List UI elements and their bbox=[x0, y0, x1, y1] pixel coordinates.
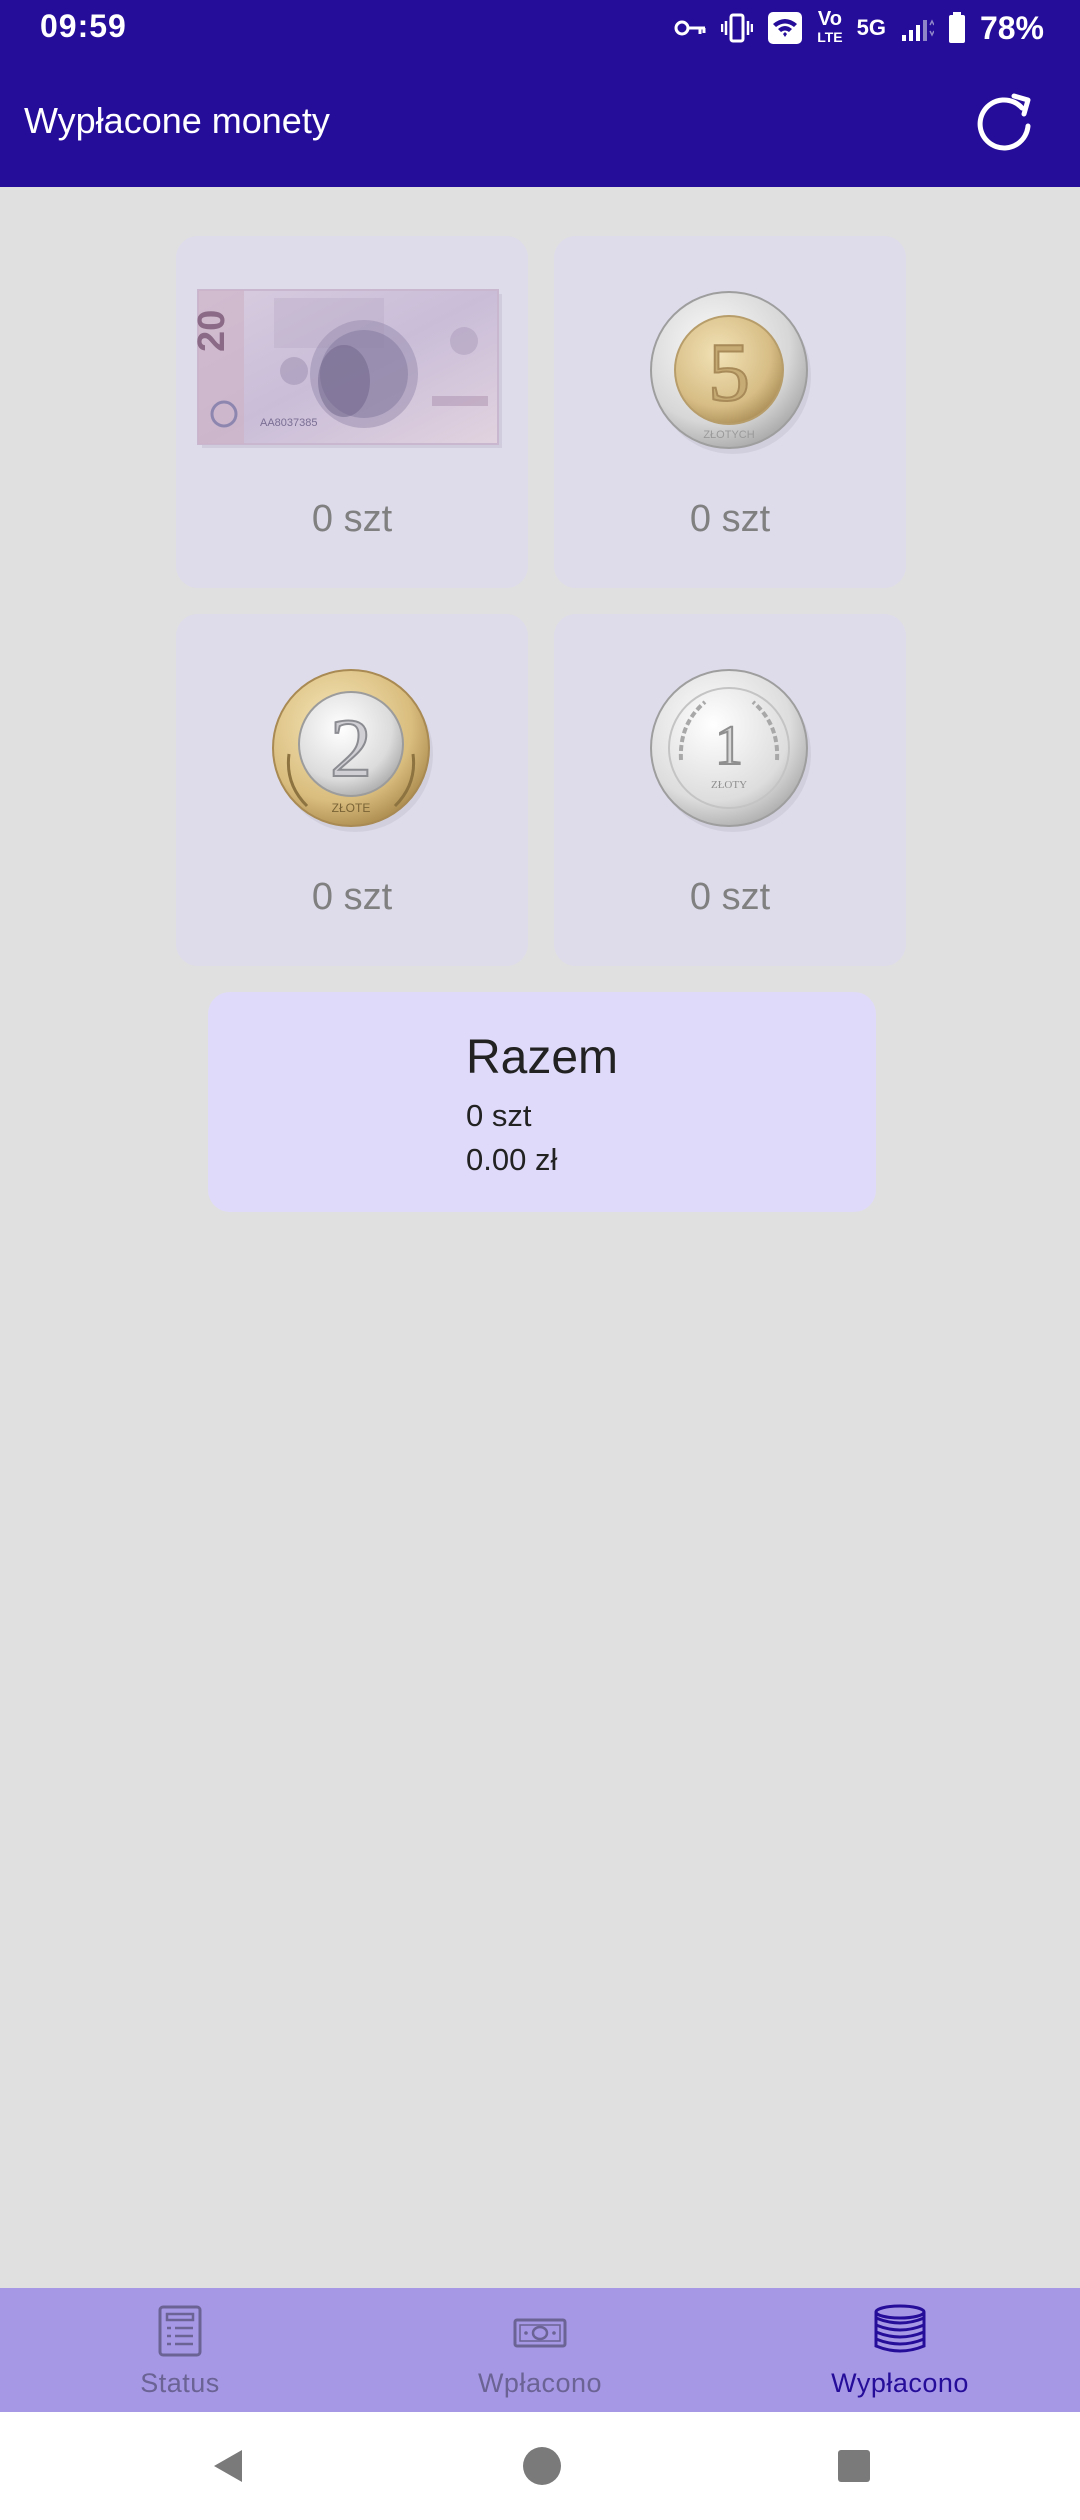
bottom-navigation: Status Wpłacono Wypłacono bbox=[0, 2288, 1080, 2412]
banknote-20-icon: 20 AA8037385 bbox=[194, 289, 502, 448]
coin-5-icon: 5 ZŁOTYCH bbox=[650, 291, 811, 454]
recent-apps-icon bbox=[838, 2450, 870, 2482]
nav-label-status: Status bbox=[140, 2368, 220, 2398]
system-navigation-bar bbox=[0, 2412, 1080, 2520]
coin-2-tile: 2 ZŁOTE 0 szt bbox=[176, 614, 528, 966]
nav-item-status[interactable]: Status bbox=[0, 2288, 360, 2412]
refresh-button[interactable] bbox=[968, 86, 1040, 158]
nav-label-wyplacono: Wypłacono bbox=[831, 2368, 969, 2398]
wifi-icon bbox=[767, 11, 803, 45]
svg-text:5: 5 bbox=[708, 326, 750, 419]
svg-text:ZŁOTY: ZŁOTY bbox=[711, 779, 747, 791]
svg-text:ZŁOTYCH: ZŁOTYCH bbox=[703, 429, 754, 441]
home-button[interactable] bbox=[518, 2442, 566, 2490]
vpn-key-icon bbox=[673, 17, 707, 39]
coin-2-icon: 2 ZŁOTE bbox=[272, 669, 433, 832]
back-button[interactable] bbox=[204, 2442, 252, 2490]
summary-count: 0 szt bbox=[466, 1098, 532, 1133]
vibrate-icon bbox=[721, 13, 754, 43]
status-time: 09:59 bbox=[40, 8, 127, 44]
tile-count: 0 szt bbox=[689, 876, 771, 918]
volte-icon: Vo LTE bbox=[817, 8, 843, 45]
refresh-icon bbox=[977, 93, 1031, 151]
coin-1-icon: 1 ZŁOTY bbox=[650, 669, 811, 832]
banknote-icon bbox=[513, 2318, 567, 2348]
tile-count: 0 szt bbox=[689, 498, 771, 540]
battery-percent: 78% bbox=[979, 9, 1044, 46]
app-bar: Wypłacone monety bbox=[0, 56, 1080, 187]
svg-text:2: 2 bbox=[330, 702, 372, 795]
banknote-20-tile: 20 AA8037385 0 szt bbox=[176, 236, 528, 588]
page-title: Wypłacone monety bbox=[24, 100, 330, 141]
recent-apps-button[interactable] bbox=[830, 2442, 878, 2490]
coin-1-tile: 1 ZŁOTY 0 szt bbox=[554, 614, 906, 966]
svg-text:AA8037385: AA8037385 bbox=[260, 417, 318, 429]
coin-5-tile: 5 ZŁOTYCH 0 szt bbox=[554, 236, 906, 588]
svg-text:20: 20 bbox=[194, 310, 233, 352]
nav-item-wplacono[interactable]: Wpłacono bbox=[360, 2288, 720, 2412]
status-icons: Vo LTE 5G 78% bbox=[673, 6, 1044, 50]
home-icon bbox=[523, 2447, 561, 2485]
tile-count: 0 szt bbox=[311, 498, 393, 540]
nav-item-wyplacono[interactable]: Wypłacono bbox=[720, 2288, 1080, 2412]
nav-label-wplacono: Wpłacono bbox=[477, 2368, 603, 2398]
back-icon bbox=[214, 2450, 242, 2482]
signal-icon bbox=[900, 13, 934, 43]
svg-text:1: 1 bbox=[715, 715, 743, 777]
svg-text:ZŁOTE: ZŁOTE bbox=[332, 801, 371, 815]
status-bar: 09:59 Vo LTE 5G 78% bbox=[0, 0, 1080, 56]
summary-card: Razem 0 szt 0.00 zł bbox=[208, 992, 876, 1212]
network-type: 5G bbox=[856, 15, 886, 40]
battery-icon bbox=[948, 12, 966, 44]
tile-count: 0 szt bbox=[311, 876, 393, 918]
summary-amount: 0.00 zł bbox=[466, 1142, 558, 1177]
summary-title: Razem bbox=[466, 1031, 619, 1084]
status-list-icon bbox=[158, 2305, 202, 2357]
coins-stack-icon bbox=[874, 2304, 926, 2353]
